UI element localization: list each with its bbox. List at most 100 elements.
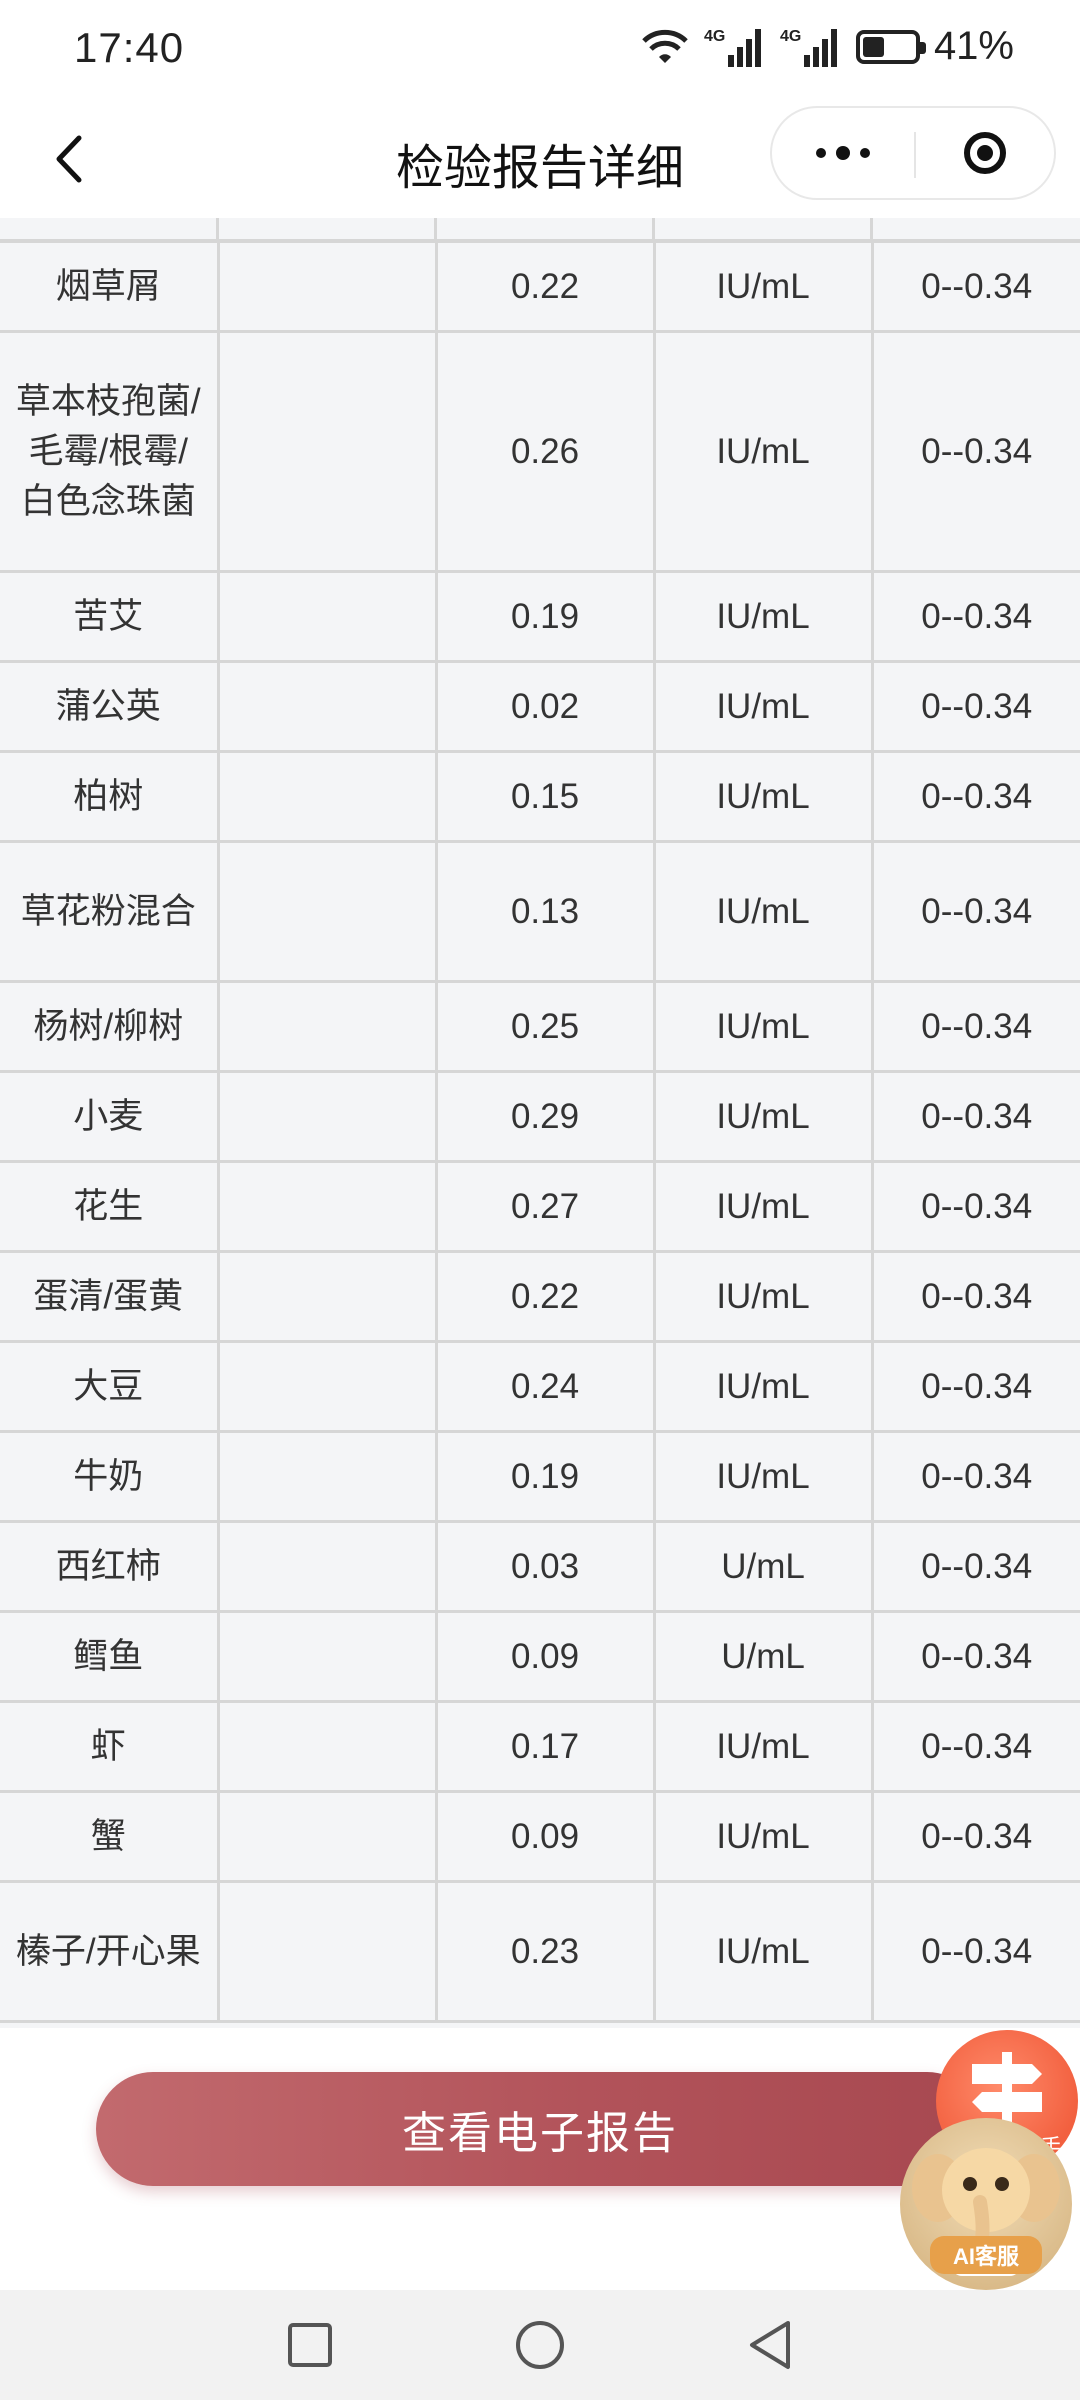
reference-range-cell: 0--0.34 (870, 1520, 1080, 1613)
flag-cell (216, 1700, 438, 1793)
system-back-button[interactable] (715, 2290, 825, 2400)
signal-4g-icon: 4G (780, 28, 837, 67)
result-value-cell: 0.26 (434, 330, 656, 573)
flag-cell (216, 750, 438, 843)
reference-range-cell: 0--0.34 (870, 1430, 1080, 1523)
recents-button[interactable] (255, 2290, 365, 2400)
result-value-cell: 0.13 (434, 840, 656, 983)
column-divider (216, 218, 219, 242)
reference-range-cell: 0--0.34 (870, 1880, 1080, 2023)
view-e-report-button[interactable]: 查看电子报告 (96, 2072, 984, 2186)
ai-service-button[interactable]: AI客服 (900, 2118, 1072, 2290)
reference-range-cell: 0--0.34 (870, 1160, 1080, 1253)
more-dots-icon (836, 146, 850, 160)
item-name-cell: 蛋清/蛋黄 (0, 1250, 220, 1343)
table-row: 杨树/柳树 0.25 IU/mL 0--0.34 (0, 980, 1080, 1073)
unit-cell: IU/mL (652, 1880, 874, 2023)
flag-cell (216, 980, 438, 1073)
unit-cell: IU/mL (652, 840, 874, 983)
reference-range-cell: 0--0.34 (870, 1250, 1080, 1343)
flag-cell (216, 240, 438, 333)
mini-program-capsule (770, 106, 1056, 200)
reference-range-cell: 0--0.34 (870, 1610, 1080, 1703)
table-row: 草花粉混合 0.13 IU/mL 0--0.34 (0, 840, 1080, 983)
item-name-cell: 花生 (0, 1160, 220, 1253)
result-value-cell: 0.02 (434, 660, 656, 753)
table-row: 牛奶 0.19 IU/mL 0--0.34 (0, 1430, 1080, 1523)
result-value-cell: 0.27 (434, 1160, 656, 1253)
wifi-icon (642, 29, 688, 63)
result-value-cell: 0.29 (434, 1070, 656, 1163)
column-divider (870, 218, 873, 242)
result-table-container[interactable]: 烟草屑 0.22 IU/mL 0--0.34 草本枝孢菌/毛霉/根霉/白色念珠菌 0.26… (0, 218, 1080, 2028)
item-name-cell: 杨树/柳树 (0, 980, 220, 1073)
circle-home-icon (516, 2321, 564, 2369)
table-row: 蟹 0.09 IU/mL 0--0.34 (0, 1790, 1080, 1883)
unit-cell: IU/mL (652, 1160, 874, 1253)
table-row: 草本枝孢菌/毛霉/根霉/白色念珠菌 0.26 IU/mL 0--0.34 (0, 330, 1080, 573)
reference-range-cell: 0--0.34 (870, 840, 1080, 983)
item-name-cell: 牛奶 (0, 1430, 220, 1523)
square-recents-icon (288, 2323, 332, 2367)
battery-fill (862, 36, 885, 57)
flag-cell (216, 1340, 438, 1433)
table-row: 鳕鱼 0.09 U/mL 0--0.34 (0, 1610, 1080, 1703)
item-name-cell: 大豆 (0, 1340, 220, 1433)
item-name-cell: 草本枝孢菌/毛霉/根霉/白色念珠菌 (0, 330, 220, 573)
item-name-cell: 虾 (0, 1700, 220, 1793)
svg-text:4G: 4G (780, 28, 801, 45)
reference-range-cell: 0--0.34 (870, 1340, 1080, 1433)
reference-range-cell: 0--0.34 (870, 660, 1080, 753)
unit-cell: IU/mL (652, 750, 874, 843)
target-close-icon (964, 132, 1006, 174)
battery-percent: 41% (933, 24, 1014, 68)
flag-cell (216, 1250, 438, 1343)
unit-cell: IU/mL (652, 570, 874, 663)
close-button[interactable] (916, 108, 1054, 198)
unit-cell: IU/mL (652, 1250, 874, 1343)
nav-bar: 检验报告详细 (0, 100, 1080, 218)
table-row: 小麦 0.29 IU/mL 0--0.34 (0, 1070, 1080, 1163)
unit-cell: U/mL (652, 1610, 874, 1703)
result-table-body: 烟草屑 0.22 IU/mL 0--0.34 草本枝孢菌/毛霉/根霉/白色念珠菌 0.26… (0, 240, 1080, 2023)
unit-cell: IU/mL (652, 980, 874, 1073)
svg-text:4G: 4G (704, 28, 725, 45)
table-top-edge (0, 218, 1080, 242)
unit-cell: IU/mL (652, 1700, 874, 1793)
result-value-cell: 0.09 (434, 1790, 656, 1883)
more-dots-icon (816, 148, 826, 158)
item-name-cell: 蒲公英 (0, 660, 220, 753)
result-value-cell: 0.23 (434, 1880, 656, 2023)
item-name-cell: 苦艾 (0, 570, 220, 663)
table-row: 烟草屑 0.22 IU/mL 0--0.34 (0, 240, 1080, 333)
flag-cell (216, 1790, 438, 1883)
result-value-cell: 0.03 (434, 1520, 656, 1613)
item-name-cell: 烟草屑 (0, 240, 220, 333)
reference-range-cell: 0--0.34 (870, 750, 1080, 843)
more-dots-icon (860, 148, 870, 158)
result-table: 烟草屑 0.22 IU/mL 0--0.34 草本枝孢菌/毛霉/根霉/白色念珠菌 0.26… (0, 240, 1080, 2023)
item-name-cell: 鳕鱼 (0, 1610, 220, 1703)
flag-cell (216, 1610, 438, 1703)
unit-cell: IU/mL (652, 1070, 874, 1163)
result-value-cell: 0.22 (434, 1250, 656, 1343)
reference-range-cell: 0--0.34 (870, 240, 1080, 333)
unit-cell: IU/mL (652, 240, 874, 333)
more-button[interactable] (772, 108, 914, 198)
home-button[interactable] (485, 2290, 595, 2400)
system-nav-bar (0, 2290, 1080, 2400)
column-divider (652, 218, 655, 242)
triangle-back-icon (750, 2321, 790, 2369)
flag-cell (216, 570, 438, 663)
status-time: 17:40 (74, 24, 185, 71)
unit-cell: IU/mL (652, 330, 874, 573)
table-row: 虾 0.17 IU/mL 0--0.34 (0, 1700, 1080, 1793)
table-row: 榛子/开心果 0.23 IU/mL 0--0.34 (0, 1880, 1080, 2023)
reference-range-cell: 0--0.34 (870, 570, 1080, 663)
flag-cell (216, 660, 438, 753)
reference-range-cell: 0--0.34 (870, 980, 1080, 1073)
table-row: 大豆 0.24 IU/mL 0--0.34 (0, 1340, 1080, 1433)
column-divider (434, 218, 437, 242)
unit-cell: IU/mL (652, 1340, 874, 1433)
reference-range-cell: 0--0.34 (870, 1790, 1080, 1883)
